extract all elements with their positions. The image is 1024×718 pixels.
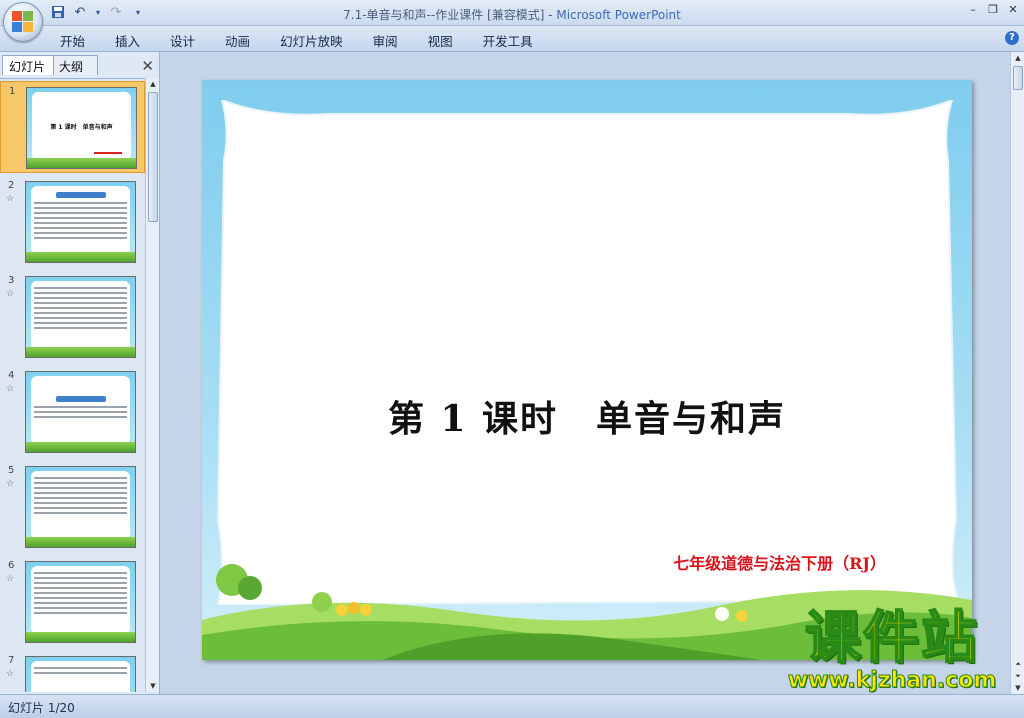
minimize-icon[interactable]: – bbox=[966, 3, 980, 17]
scrollbar-thumb[interactable] bbox=[1013, 66, 1023, 90]
help-icon[interactable]: ? bbox=[1005, 31, 1019, 45]
close-icon[interactable]: ✕ bbox=[1006, 3, 1020, 17]
slide-subtitle[interactable]: 七年级道德与法治下册（RJ） bbox=[673, 550, 886, 574]
scroll-down-icon[interactable]: ▼ bbox=[146, 680, 160, 692]
tab-design[interactable]: 设计 bbox=[170, 31, 195, 50]
title-bar: ↶ ▾ ↷ ▾ 7.1-单音与和声--作业课件 [兼容模式] - Microso… bbox=[0, 0, 1024, 42]
tab-slides[interactable]: 幻灯片 bbox=[2, 55, 54, 75]
tab-outline[interactable]: 大纲 bbox=[52, 55, 98, 75]
animation-star-icon: ☆ bbox=[6, 669, 15, 679]
thumbnail-scrollbar[interactable]: ▲ ▼ bbox=[145, 78, 159, 692]
slides-panel: 幻灯片 大纲 ✕ 1 第 1 课时 单音与和声 2 ☆ 3 ☆ 4 ☆ 5 ☆ … bbox=[0, 52, 160, 694]
scroll-up-icon[interactable]: ▲ bbox=[1011, 52, 1024, 64]
window-title: 7.1-单音与和声--作业课件 [兼容模式] - Microsoft Power… bbox=[343, 8, 681, 22]
thumbnail-list: 1 第 1 课时 单音与和声 2 ☆ 3 ☆ 4 ☆ 5 ☆ 6 ☆ 7 ☆ bbox=[0, 78, 145, 692]
next-slide-icon[interactable]: ⏷ bbox=[1011, 670, 1024, 682]
animation-star-icon: ☆ bbox=[6, 574, 15, 584]
slide-number: 6 bbox=[8, 560, 15, 571]
tab-developer[interactable]: 开发工具 bbox=[483, 31, 533, 50]
animation-star-icon: ☆ bbox=[6, 194, 15, 204]
paper-background bbox=[216, 100, 960, 605]
tab-insert[interactable]: 插入 bbox=[115, 31, 140, 50]
scroll-down-icon[interactable]: ▼ bbox=[1011, 682, 1024, 694]
tab-animations[interactable]: 动画 bbox=[225, 31, 250, 50]
slide-number: 7 bbox=[8, 655, 15, 666]
animation-star-icon: ☆ bbox=[6, 289, 15, 299]
thumbnail-preview bbox=[25, 371, 136, 453]
slide-number: 4 bbox=[8, 370, 15, 381]
animation-star-icon: ☆ bbox=[6, 479, 15, 489]
thumbnail-preview bbox=[25, 561, 136, 643]
thumbnail-title: 第 1 课时 单音与和声 bbox=[50, 124, 113, 131]
slide-number: 2 bbox=[8, 180, 15, 191]
tab-home[interactable]: 开始 bbox=[60, 31, 85, 50]
slide-thumbnail[interactable]: 6 ☆ bbox=[0, 556, 145, 648]
scrollbar-thumb[interactable] bbox=[148, 92, 158, 222]
slide-thumbnail[interactable]: 3 ☆ bbox=[0, 271, 145, 363]
animation-star-icon: ☆ bbox=[6, 384, 15, 394]
thumbnail-preview bbox=[25, 466, 136, 548]
slide-edit-area: 第 1 课时 单音与和声 七年级道德与法治下册（RJ） bbox=[160, 52, 1010, 694]
slide-number: 5 bbox=[8, 465, 15, 476]
ribbon: 开始 插入 设计 动画 幻灯片放映 审阅 视图 开发工具 ? bbox=[0, 26, 1024, 52]
window-controls: – ❐ ✕ bbox=[966, 3, 1020, 17]
thumbnail-preview bbox=[25, 276, 136, 358]
previous-slide-icon[interactable]: ⏶ bbox=[1011, 658, 1024, 670]
ribbon-tabs: 开始 插入 设计 动画 幻灯片放映 审阅 视图 开发工具 bbox=[60, 31, 563, 50]
office-logo-icon bbox=[12, 11, 34, 33]
slide-number: 3 bbox=[8, 275, 15, 286]
watermark-url: www.kjzhan.com bbox=[787, 668, 997, 694]
slide-thumbnail[interactable]: 5 ☆ bbox=[0, 461, 145, 553]
thumbnail-preview bbox=[25, 656, 136, 692]
slide-thumbnail[interactable]: 7 ☆ bbox=[0, 651, 145, 692]
restore-icon[interactable]: ❐ bbox=[986, 3, 1000, 17]
office-button[interactable] bbox=[3, 2, 43, 42]
slide-scrollbar[interactable]: ▲ ⏶ ⏷ ▼ bbox=[1010, 52, 1024, 694]
slide-thumbnail[interactable]: 1 第 1 课时 单音与和声 bbox=[0, 81, 145, 173]
close-icon[interactable]: ✕ bbox=[141, 57, 154, 75]
tab-slideshow[interactable]: 幻灯片放映 bbox=[280, 31, 343, 50]
watermark-logo: 课件站 www.kjzhan.com bbox=[776, 606, 1008, 698]
slide-number: 1 bbox=[9, 86, 16, 97]
watermark-brand: 课件站 bbox=[804, 606, 979, 671]
thumbnail-preview: 第 1 课时 单音与和声 bbox=[26, 87, 137, 169]
slide-title[interactable]: 第 1 课时 单音与和声 bbox=[202, 390, 972, 442]
slide-counter: 幻灯片 1/20 bbox=[8, 701, 75, 715]
tab-view[interactable]: 视图 bbox=[428, 31, 453, 50]
thumbnail-preview bbox=[25, 181, 136, 263]
current-slide[interactable]: 第 1 课时 单音与和声 七年级道德与法治下册（RJ） bbox=[202, 80, 972, 660]
slide-thumbnail[interactable]: 4 ☆ bbox=[0, 366, 145, 458]
scroll-up-icon[interactable]: ▲ bbox=[146, 78, 160, 90]
panel-tabs: 幻灯片 大纲 ✕ bbox=[2, 54, 158, 76]
tab-review[interactable]: 审阅 bbox=[373, 31, 398, 50]
slide-thumbnail[interactable]: 2 ☆ bbox=[0, 176, 145, 268]
